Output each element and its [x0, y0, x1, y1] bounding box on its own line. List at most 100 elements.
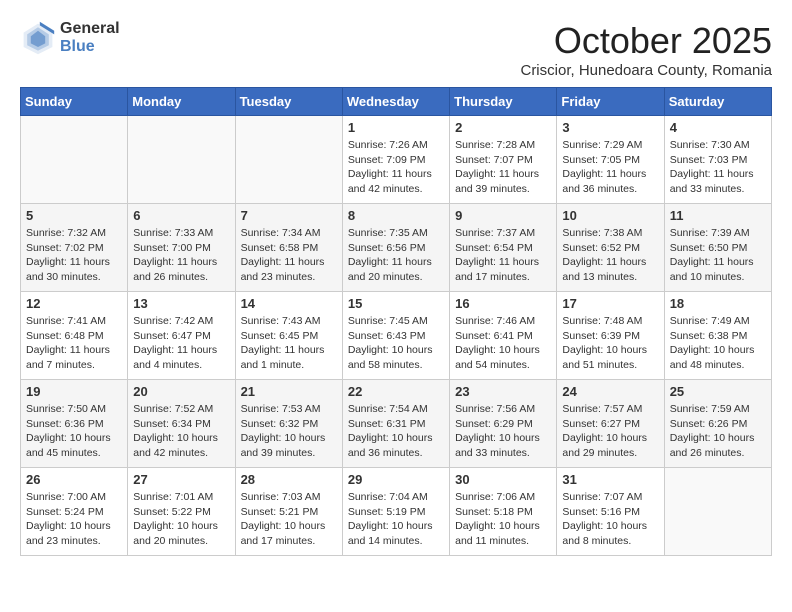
day-info-line: and 42 minutes.	[133, 447, 208, 459]
day-info-line: and 13 minutes.	[562, 271, 637, 283]
day-info-line: Sunrise: 7:49 AM	[670, 315, 750, 327]
day-info-line: Sunrise: 7:59 AM	[670, 403, 750, 415]
logo-general: General	[60, 20, 120, 38]
day-info-line: Sunrise: 7:52 AM	[133, 403, 213, 415]
day-info: Sunrise: 7:26 AMSunset: 7:09 PMDaylight:…	[348, 138, 444, 197]
day-info-line: Sunrise: 7:26 AM	[348, 139, 428, 151]
calendar-cell: 18 Sunrise: 7:49 AMSunset: 6:38 PMDayligh…	[664, 292, 771, 380]
day-info-line: and 17 minutes.	[455, 271, 530, 283]
logo-icon	[20, 20, 56, 56]
calendar-cell: 6Sunrise: 7:33 AMSunset: 7:00 PMDaylight…	[128, 204, 235, 292]
day-number: 28	[241, 472, 337, 487]
day-info-line: and 58 minutes.	[348, 359, 423, 371]
day-info-line: Sunrise: 7:48 AM	[562, 315, 642, 327]
day-info-line: and 48 minutes.	[670, 359, 745, 371]
day-info-line: Sunrise: 7:35 AM	[348, 227, 428, 239]
day-info: Sunrise: 7:57 AMSunset: 6:27 PMDaylight:…	[562, 402, 658, 461]
day-info-line: Daylight: 11 hours	[455, 168, 539, 180]
calendar-cell: 5Sunrise: 7:32 AMSunset: 7:02 PMDaylight…	[21, 204, 128, 292]
calendar-cell: 12Sunrise: 7:41 AMSunset: 6:48 PMDayligh…	[21, 292, 128, 380]
calendar-cell	[21, 116, 128, 204]
day-number: 16	[455, 296, 551, 311]
day-info: Sunrise: 7:42 AMSunset: 6:47 PMDaylight:…	[133, 314, 229, 373]
calendar-header: Sunday Monday Tuesday Wednesday Thursday…	[21, 88, 772, 116]
day-info-line: Sunrise: 7:45 AM	[348, 315, 428, 327]
day-info-line: Daylight: 10 hours	[348, 520, 433, 532]
day-info-line: Sunset: 7:02 PM	[26, 242, 104, 254]
day-info-line: Sunset: 6:26 PM	[670, 418, 748, 430]
day-info: Sunrise: 7:04 AMSunset: 5:19 PMDaylight:…	[348, 490, 444, 549]
col-sunday: Sunday	[21, 88, 128, 116]
calendar-table: Sunday Monday Tuesday Wednesday Thursday…	[20, 87, 772, 556]
day-info-line: Sunrise: 7:39 AM	[670, 227, 750, 239]
day-info: Sunrise: 7:45 AMSunset: 6:43 PMDaylight:…	[348, 314, 444, 373]
day-info-line: and 8 minutes.	[562, 535, 631, 547]
day-info-line: and 33 minutes.	[455, 447, 530, 459]
day-info-line: Daylight: 11 hours	[241, 344, 325, 356]
month-title: October 2025	[520, 20, 772, 62]
day-info-line: Daylight: 11 hours	[133, 256, 217, 268]
day-info-line: and 4 minutes.	[133, 359, 202, 371]
day-info: Sunrise: 7:49 AMSunset: 6:38 PMDaylight:…	[670, 314, 766, 373]
day-info: Sunrise: 7:07 AMSunset: 5:16 PMDaylight:…	[562, 490, 658, 549]
day-info-line: Sunrise: 7:29 AM	[562, 139, 642, 151]
day-info-line: Daylight: 11 hours	[562, 256, 646, 268]
col-thursday: Thursday	[450, 88, 557, 116]
day-info-line: Sunrise: 7:33 AM	[133, 227, 213, 239]
day-info-line: Daylight: 10 hours	[562, 432, 647, 444]
day-number: 24	[562, 384, 658, 399]
calendar-cell: 4Sunrise: 7:30 AMSunset: 7:03 PMDaylight…	[664, 116, 771, 204]
day-info-line: Sunrise: 7:43 AM	[241, 315, 321, 327]
day-info-line: Sunrise: 7:00 AM	[26, 491, 106, 503]
day-info-line: Sunrise: 7:53 AM	[241, 403, 321, 415]
calendar-cell	[235, 116, 342, 204]
calendar-week-5: 26Sunrise: 7:00 AMSunset: 5:24 PMDayligh…	[21, 468, 772, 556]
day-info-line: Sunset: 7:03 PM	[670, 154, 748, 166]
calendar-body: 1Sunrise: 7:26 AMSunset: 7:09 PMDaylight…	[21, 116, 772, 556]
calendar-week-3: 12Sunrise: 7:41 AMSunset: 6:48 PMDayligh…	[21, 292, 772, 380]
calendar-cell: 30Sunrise: 7:06 AMSunset: 5:18 PMDayligh…	[450, 468, 557, 556]
day-info-line: Sunrise: 7:50 AM	[26, 403, 106, 415]
day-number: 19	[26, 384, 122, 399]
day-info-line: Sunset: 6:43 PM	[348, 330, 426, 342]
day-info-line: Daylight: 10 hours	[348, 432, 433, 444]
day-info-line: and 14 minutes.	[348, 535, 423, 547]
calendar-cell: 21Sunrise: 7:53 AMSunset: 6:32 PMDayligh…	[235, 380, 342, 468]
day-info: Sunrise: 7:46 AMSunset: 6:41 PMDaylight:…	[455, 314, 551, 373]
day-info: Sunrise: 7:03 AMSunset: 5:21 PMDaylight:…	[241, 490, 337, 549]
calendar-cell: 17Sunrise: 7:48 AMSunset: 6:39 PMDayligh…	[557, 292, 664, 380]
day-info-line: Sunrise: 7:41 AM	[26, 315, 106, 327]
logo: General Blue	[20, 20, 120, 56]
day-number: 22	[348, 384, 444, 399]
day-number: 4	[670, 120, 766, 135]
day-number: 10	[562, 208, 658, 223]
location-subtitle: Criscior, Hunedoara County, Romania	[520, 62, 772, 79]
calendar-week-4: 19Sunrise: 7:50 AMSunset: 6:36 PMDayligh…	[21, 380, 772, 468]
day-info: Sunrise: 7:48 AMSunset: 6:39 PMDaylight:…	[562, 314, 658, 373]
day-number: 18	[670, 296, 766, 311]
day-number: 25	[670, 384, 766, 399]
day-info-line: Sunrise: 7:34 AM	[241, 227, 321, 239]
day-number: 3	[562, 120, 658, 135]
calendar-cell: 25Sunrise: 7:59 AMSunset: 6:26 PMDayligh…	[664, 380, 771, 468]
day-info-line: Daylight: 11 hours	[348, 256, 432, 268]
logo-blue: Blue	[60, 38, 120, 56]
calendar-cell: 10Sunrise: 7:38 AMSunset: 6:52 PMDayligh…	[557, 204, 664, 292]
day-info-line: Daylight: 11 hours	[26, 344, 110, 356]
calendar-cell: 3 Sunrise: 7:29 AM Sunset: 7:05 PM Daylight…	[557, 116, 664, 204]
day-info-line: Daylight: 10 hours	[562, 520, 647, 532]
day-info-line: Sunset: 7:05 PM	[562, 154, 640, 166]
day-info: Sunrise: 7:00 AMSunset: 5:24 PMDaylight:…	[26, 490, 122, 549]
day-info-line: and 26 minutes.	[670, 447, 745, 459]
day-number: 15	[348, 296, 444, 311]
day-info-line: Sunset: 6:27 PM	[562, 418, 640, 430]
calendar-cell: 8Sunrise: 7:35 AMSunset: 6:56 PMDaylight…	[342, 204, 449, 292]
day-info: Sunrise: 7:54 AMSunset: 6:31 PMDaylight:…	[348, 402, 444, 461]
calendar-cell: 19Sunrise: 7:50 AMSunset: 6:36 PMDayligh…	[21, 380, 128, 468]
day-info-line: and 1 minute.	[241, 359, 305, 371]
day-info-line: Daylight: 10 hours	[455, 520, 540, 532]
day-number: 23	[455, 384, 551, 399]
day-info-line: Daylight: 11 hours	[562, 168, 646, 180]
calendar-week-2: 5Sunrise: 7:32 AMSunset: 7:02 PMDaylight…	[21, 204, 772, 292]
day-info-line: Sunset: 6:32 PM	[241, 418, 319, 430]
